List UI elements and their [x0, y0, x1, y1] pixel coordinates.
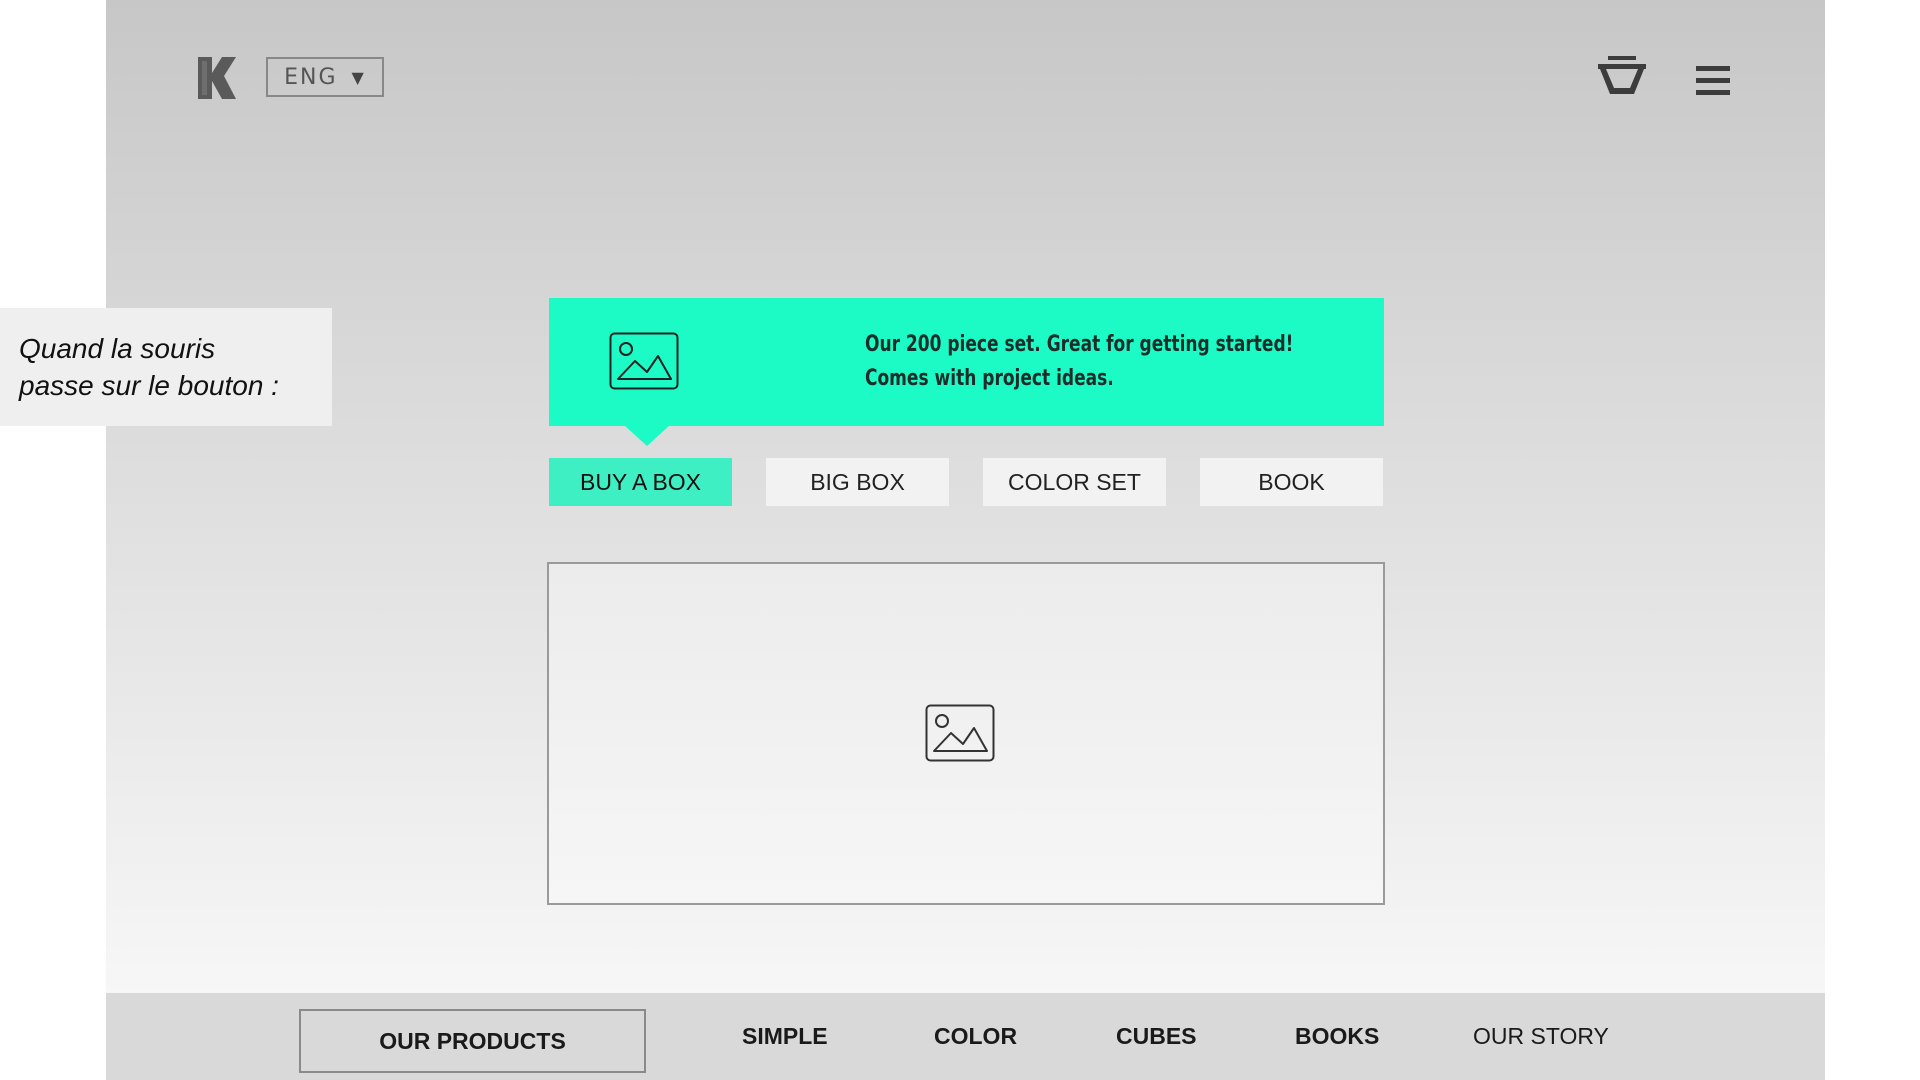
product-tooltip: Our 200 piece set. Great for getting sta…: [549, 298, 1384, 446]
nav-color[interactable]: COLOR: [934, 993, 1017, 1080]
nav-books[interactable]: BOOKS: [1295, 993, 1379, 1080]
bottom-navigation: OUR PRODUCTS SIMPLE COLOR CUBES BOOKS OU…: [106, 993, 1825, 1080]
nav-our-products[interactable]: OUR PRODUCTS: [299, 1009, 646, 1073]
tooltip-line-2: Comes with project ideas.: [865, 366, 1114, 391]
image-placeholder-icon: [609, 332, 679, 390]
annotation-line-1: Quand la souris: [19, 333, 216, 364]
tooltip-line-1: Our 200 piece set. Great for getting sta…: [865, 332, 1294, 357]
k-logo-icon[interactable]: [198, 57, 236, 99]
product-image-placeholder: [547, 562, 1385, 905]
language-value: ENG: [284, 64, 338, 90]
tab-book[interactable]: BOOK: [1200, 458, 1383, 506]
tab-buy-a-box[interactable]: BUY A BOX: [549, 458, 732, 506]
tab-color-set[interactable]: COLOR SET: [983, 458, 1166, 506]
tooltip-message: Our 200 piece set. Great for getting sta…: [865, 328, 1295, 396]
annotation-line-2: passe sur le bouton :: [19, 370, 279, 401]
nav-cubes[interactable]: CUBES: [1116, 993, 1197, 1080]
nav-our-story[interactable]: OUR STORY: [1473, 993, 1609, 1080]
page-frame: ENG ▼ Our 200 piece set. Great for getti…: [106, 0, 1825, 1080]
tab-big-box[interactable]: BIG BOX: [766, 458, 949, 506]
image-placeholder-icon: [925, 704, 995, 762]
annotation-note: Quand la souris passe sur le bouton :: [0, 308, 332, 426]
annotation-text: Quand la souris passe sur le bouton :: [19, 330, 279, 404]
nav-simple[interactable]: SIMPLE: [742, 993, 828, 1080]
chevron-down-icon: ▼: [351, 67, 366, 87]
language-select[interactable]: ENG ▼: [266, 57, 384, 97]
hamburger-menu-icon[interactable]: [1696, 66, 1730, 96]
basket-icon[interactable]: [1596, 56, 1648, 96]
